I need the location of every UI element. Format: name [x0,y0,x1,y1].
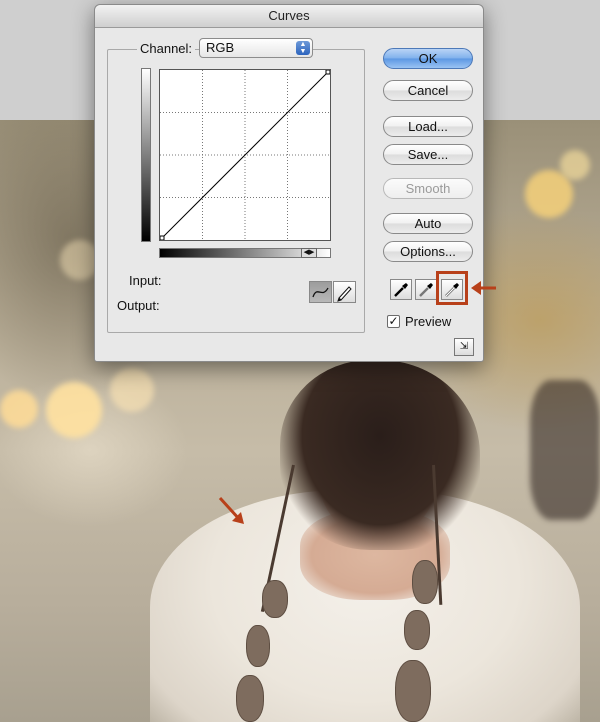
channel-select-value: RGB [206,40,235,55]
pencil-icon[interactable] [333,281,356,303]
curve-tool-group [309,281,357,303]
curve-point-black [159,235,165,241]
curves-graph[interactable] [159,69,331,241]
bokeh-light [0,390,38,428]
save-button[interactable]: Save... [383,144,473,165]
annotation-arrow-shirt [218,496,244,524]
curves-dialog: Curves Channel: RGB ▲ ▼ ◀▶ Input: Output: [94,4,484,362]
curve-line [160,70,330,240]
gray-eyedropper-icon[interactable] [415,279,437,300]
necklace-pendant [262,580,288,618]
expand-icon[interactable]: ⇲ [454,338,474,356]
white-eyedropper-highlight [436,271,468,305]
dialog-title: Curves [95,5,483,28]
cancel-button[interactable]: Cancel [383,80,473,101]
bokeh-light [110,368,154,412]
annotation-arrow-eyedropper [471,281,496,295]
preview-checkbox[interactable]: ✓ [387,315,400,328]
channel-label: Channel: [137,41,196,56]
chevron-up-down-icon: ▲ ▼ [296,41,310,55]
curves-grid [159,69,331,241]
bokeh-light [46,382,102,438]
load-button[interactable]: Load... [383,116,473,137]
curve-point-white [325,69,331,75]
necklace-pendant [246,625,270,667]
hair [280,360,480,550]
background-figure [530,380,600,520]
preview-label: Preview [405,314,452,329]
bokeh-light [560,150,590,180]
output-label: Output: [117,298,160,313]
input-gradient-bar: ◀▶ [159,248,331,258]
channel-select[interactable]: RGB ▲ ▼ [199,38,313,58]
black-eyedropper-icon[interactable] [390,279,412,300]
curve-icon[interactable] [309,281,332,303]
necklace-pendant [395,660,431,722]
auto-button[interactable]: Auto [383,213,473,234]
necklace-pendant [236,675,264,722]
gradient-toggle-button[interactable]: ◀▶ [301,248,317,258]
smooth-button[interactable]: Smooth [383,178,473,199]
output-gradient-bar [141,68,151,242]
input-label: Input: [129,273,162,288]
necklace-pendant [404,610,430,650]
ok-button[interactable]: OK [383,48,473,69]
options-button[interactable]: Options... [383,241,473,262]
necklace-pendant [412,560,438,604]
